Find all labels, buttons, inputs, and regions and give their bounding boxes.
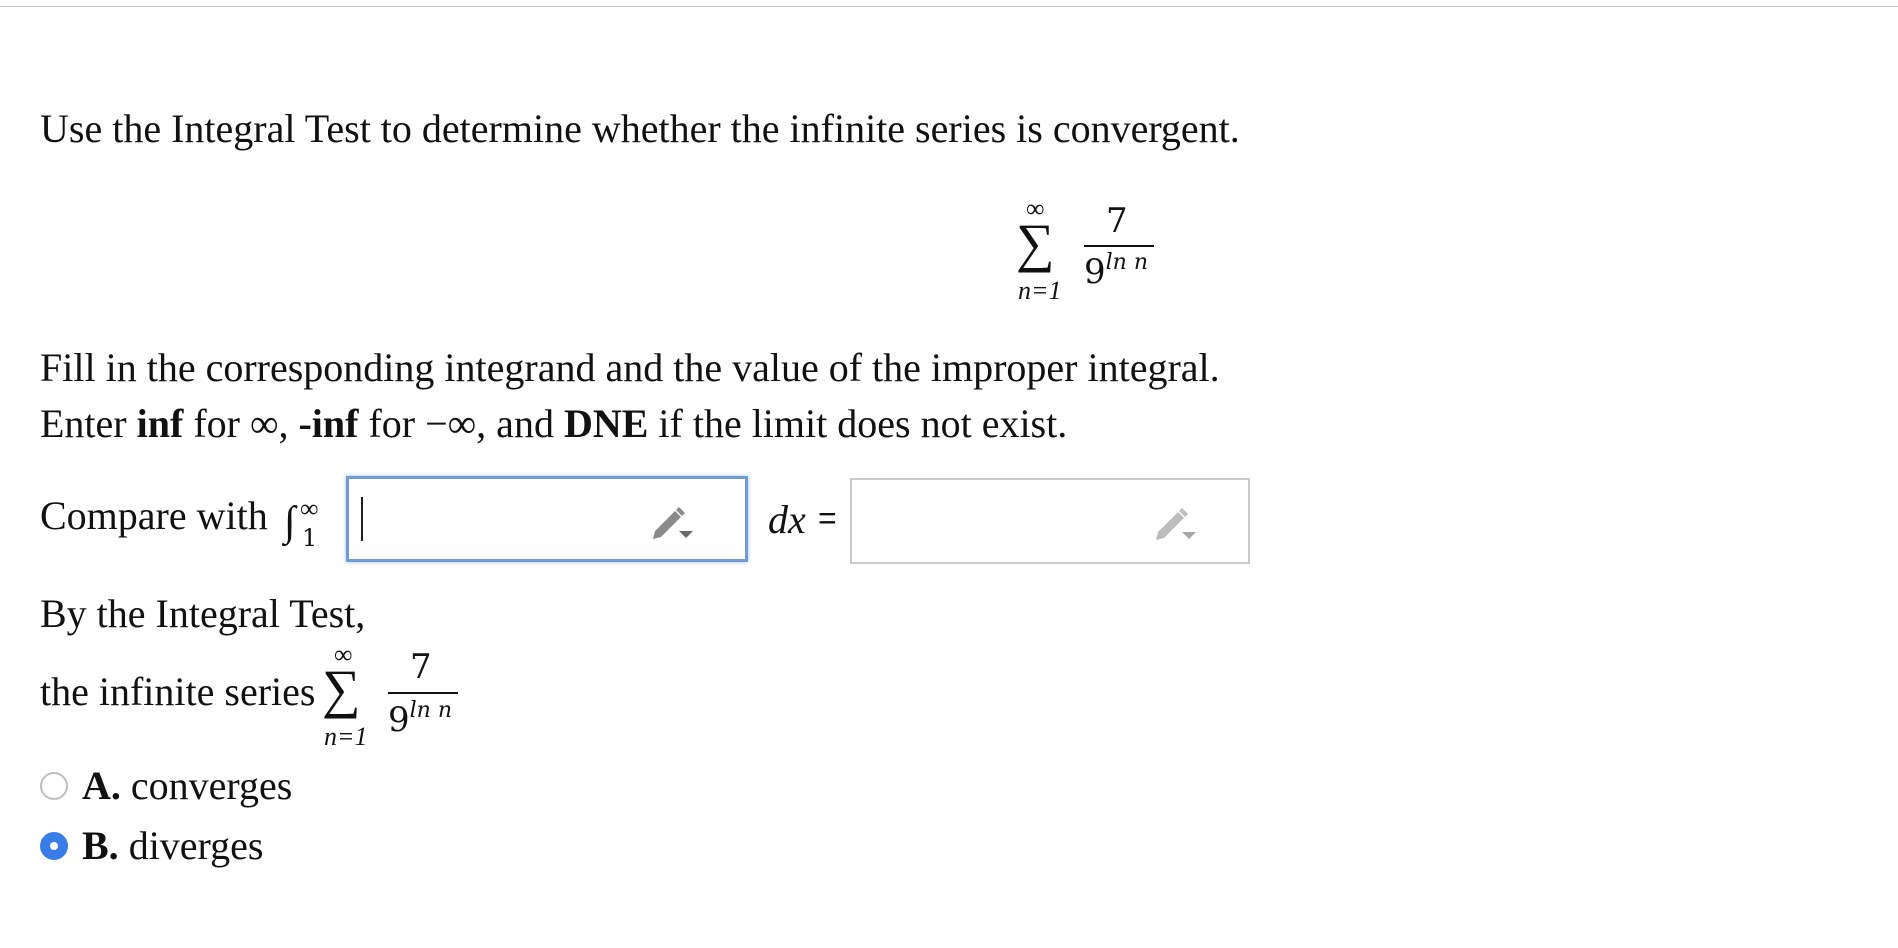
dx-label: dx [768,497,806,542]
integral-value-input[interactable] [850,478,1250,564]
enter-text-3: for −∞, and [358,401,564,446]
integrand-input[interactable] [346,476,748,562]
sigma-symbol: ∑ [322,659,361,719]
option-a-text: converges [130,763,293,808]
conclusion-line-1: By the Integral Test, [40,591,366,636]
series-lower-limit: n=1 [324,722,368,751]
enter-text-4: if the limit does not exist. [648,401,1068,446]
pencil-icon[interactable] [649,501,695,541]
denominator-base: 9 [388,700,410,740]
option-b-radio[interactable] [40,832,68,860]
fraction-bar [1084,245,1154,247]
series-numerator: 7 [1106,201,1128,241]
integral-sign: ∫ [284,499,296,545]
inf-keyword: inf [136,401,184,446]
series-denominator: 9ln n [1084,250,1149,292]
option-a-radio[interactable] [40,772,68,800]
option-b-letter: B. [82,823,119,868]
enter-text-2: for ∞, [183,401,299,446]
denominator-base: 9 [1084,252,1106,292]
equals-sign: = [818,500,837,536]
instruction-text: Use the Integral Test to determine wheth… [40,106,1240,151]
denominator-exponent: ln n [409,698,453,723]
fraction-bar [388,692,458,694]
option-a-label[interactable]: A. converges [82,762,292,810]
integral-lower-limit: 1 [302,524,318,552]
top-divider [0,6,1898,7]
series-lower-limit: n=1 [1018,276,1062,305]
conclusion-line-2: the infinite series [40,669,316,714]
enter-instruction: Enter inf for ∞, -inf for −∞, and DNE if… [40,400,1067,448]
option-b-label[interactable]: B. diverges [82,822,263,870]
dne-keyword: DNE [563,401,649,446]
denominator-exponent: ln n [1105,250,1149,275]
pencil-icon[interactable] [1152,502,1198,542]
text-caret [361,497,363,541]
series-denominator: 9ln n [388,698,453,740]
series-numerator: 7 [410,647,432,687]
enter-text-1: Enter [40,401,137,446]
option-a-letter: A. [82,763,121,808]
option-b-text: diverges [128,823,264,868]
sigma-symbol: ∑ [1016,213,1055,273]
fill-instruction: Fill in the corresponding integrand and … [40,345,1220,390]
compare-label: Compare with [40,493,268,538]
neg-inf-keyword: -inf [298,401,359,446]
integral-upper-limit: ∞ [300,494,319,523]
